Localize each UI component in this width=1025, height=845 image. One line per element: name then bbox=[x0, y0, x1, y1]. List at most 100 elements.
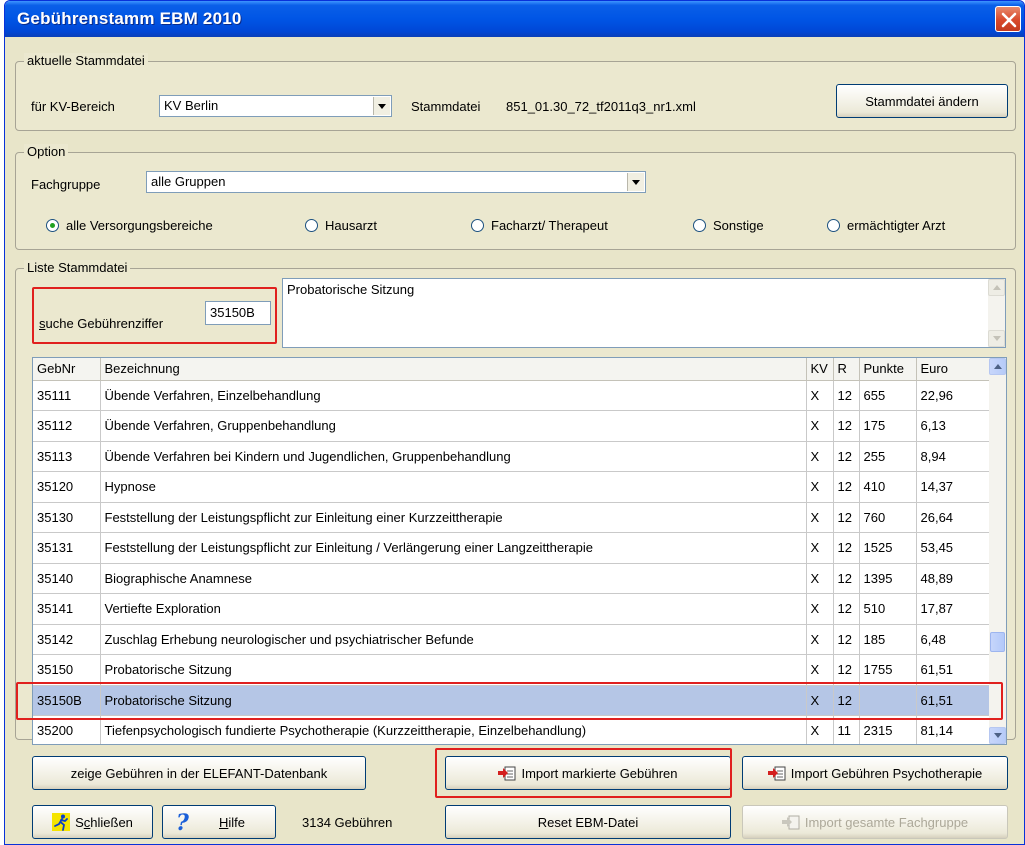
cell-gebnr: 35130 bbox=[33, 502, 101, 533]
cell-bez: Feststellung der Leistungspflicht zur Ei… bbox=[100, 532, 807, 564]
close-window-button[interactable] bbox=[995, 6, 1021, 32]
table-row[interactable]: 35150 Probatorische Sitzung X 12 1755 61,51 bbox=[33, 654, 992, 686]
stammdatei-legend: aktuelle Stammdatei bbox=[24, 53, 148, 68]
kv-label: für KV-Bereich bbox=[31, 99, 115, 114]
close-label-prefix: S bbox=[75, 814, 84, 830]
scroll-up-icon[interactable] bbox=[989, 358, 1006, 375]
radio-hausarzt[interactable]: Hausarzt bbox=[305, 218, 377, 233]
client-area: aktuelle Stammdatei für KV-Bereich KV Be… bbox=[5, 37, 1024, 844]
change-stammdatei-button[interactable]: Stammdatei ändern bbox=[836, 84, 1008, 118]
cell-gebnr: 35111 bbox=[33, 380, 101, 411]
table-row[interactable]: 35131 Feststellung der Leistungspflicht z… bbox=[33, 532, 992, 564]
cell-r: 12 bbox=[833, 654, 860, 686]
cell-kv: X bbox=[806, 715, 834, 744]
radio-facharzt-therapeut[interactable]: Facharzt/ Therapeut bbox=[471, 218, 608, 233]
cell-gebnr: 35140 bbox=[33, 563, 101, 594]
cell-bez: Probatorische Sitzung bbox=[100, 654, 807, 686]
table-row[interactable]: 35141 Vertiefte Exploration X 12 510 17,87 bbox=[33, 593, 992, 625]
cell-euro: 81,14 bbox=[916, 715, 992, 744]
table-row[interactable]: 35113 Übende Verfahren bei Kindern und Ju… bbox=[33, 441, 992, 472]
radio-ermaechtigter-arzt[interactable]: ermächtigter Arzt bbox=[827, 218, 945, 233]
column-header-kv[interactable]: KV bbox=[806, 358, 834, 381]
window-title: Gebührenstamm EBM 2010 bbox=[17, 9, 242, 28]
table-row[interactable]: 35140 Biographische Anamnese X 12 1395 48,89 bbox=[33, 563, 992, 594]
table-row[interactable]: 35150B Probatorische Sitzung X 12 61,51 bbox=[33, 685, 992, 716]
import-arrow-icon bbox=[767, 766, 786, 781]
liste-legend: Liste Stammdatei bbox=[24, 260, 131, 275]
cell-euro: 61,51 bbox=[916, 685, 992, 716]
column-header-r[interactable]: R bbox=[833, 358, 860, 381]
table-row[interactable]: 35200 Tiefenpsychologisch fundierte Psych… bbox=[33, 715, 992, 744]
cell-kv: X bbox=[806, 471, 834, 503]
scroll-down-icon[interactable] bbox=[989, 727, 1006, 744]
cell-gebnr: 35113 bbox=[33, 441, 101, 472]
fee-count-status: 3134 Gebühren bbox=[302, 815, 393, 830]
radio-label: Sonstige bbox=[713, 218, 764, 233]
cell-r: 12 bbox=[833, 593, 860, 625]
cell-bez: Tiefenpsychologisch fundierte Psychother… bbox=[100, 715, 807, 744]
chevron-down-icon[interactable] bbox=[627, 173, 644, 191]
column-header-punkte[interactable]: Punkte bbox=[859, 358, 917, 381]
title-bar[interactable]: Gebührenstamm EBM 2010 bbox=[5, 1, 1024, 37]
column-header-euro[interactable]: Euro bbox=[916, 358, 992, 381]
cell-bez: Biographische Anamnese bbox=[100, 563, 807, 594]
reset-ebm-button[interactable]: Reset EBM-Datei bbox=[445, 805, 731, 839]
cell-bez: Vertiefte Exploration bbox=[100, 593, 807, 625]
table-row[interactable]: 35142 Zuschlag Erhebung neurologischer un… bbox=[33, 624, 992, 655]
stammdatei-value: 851_01.30_72_tf2011q3_nr1.xml bbox=[506, 99, 696, 114]
import-marked-label: Import markierte Gebühren bbox=[521, 765, 678, 781]
show-elefant-button[interactable]: zeige Gebühren in der ELEFANT-Datenbank bbox=[32, 756, 366, 790]
cell-punkte: 410 bbox=[859, 471, 917, 503]
cell-kv: X bbox=[806, 624, 834, 655]
column-header-gebnr[interactable]: GebNr bbox=[33, 358, 101, 381]
cell-kv: X bbox=[806, 563, 834, 594]
svg-text:?: ? bbox=[176, 811, 190, 833]
cell-punkte bbox=[859, 685, 917, 716]
cell-euro: 26,64 bbox=[916, 502, 992, 533]
radio-indicator bbox=[305, 219, 318, 232]
cell-punkte: 510 bbox=[859, 593, 917, 625]
cell-gebnr: 35200 bbox=[33, 715, 101, 744]
import-psychotherapie-button[interactable]: Import Gebühren Psychotherapie bbox=[742, 756, 1008, 790]
cell-bez: Feststellung der Leistungspflicht zur Ei… bbox=[100, 502, 807, 533]
table-scrollbar[interactable] bbox=[989, 358, 1006, 744]
cell-r: 12 bbox=[833, 441, 860, 472]
import-psychotherapie-label: Import Gebühren Psychotherapie bbox=[790, 765, 983, 781]
radio-sonstige[interactable]: Sonstige bbox=[693, 218, 764, 233]
scroll-up-icon[interactable] bbox=[988, 279, 1005, 296]
cell-bez: Probatorische Sitzung bbox=[100, 685, 807, 716]
running-man-icon bbox=[52, 813, 71, 831]
search-input[interactable]: 35150B bbox=[205, 301, 271, 325]
cell-gebnr: 35120 bbox=[33, 471, 101, 503]
cell-gebnr: 35112 bbox=[33, 410, 101, 442]
table-row[interactable]: 35130 Feststellung der Leistungspflicht z… bbox=[33, 502, 992, 533]
help-button[interactable]: ? Hilfe bbox=[162, 805, 276, 839]
cell-euro: 22,96 bbox=[916, 380, 992, 411]
radio-alle-versorgungsbereiche[interactable]: alle Versorgungsbereiche bbox=[46, 218, 213, 233]
column-header-bezeichnung[interactable]: Bezeichnung bbox=[100, 358, 807, 381]
radio-label: Facharzt/ Therapeut bbox=[491, 218, 608, 233]
close-button[interactable]: Schließen bbox=[32, 805, 153, 839]
cell-euro: 53,45 bbox=[916, 532, 992, 564]
import-all-fachgruppe-button[interactable]: Import gesamte Fachgruppe bbox=[742, 805, 1008, 839]
table-row[interactable]: 35111 Übende Verfahren, Einzelbehandlung X… bbox=[33, 380, 992, 411]
scrollbar-thumb[interactable] bbox=[990, 632, 1005, 652]
cell-gebnr: 35150B bbox=[33, 685, 101, 716]
cell-gebnr: 35142 bbox=[33, 624, 101, 655]
cell-euro: 6,48 bbox=[916, 624, 992, 655]
chevron-down-icon[interactable] bbox=[373, 97, 390, 115]
fees-table: GebNr Bezeichnung KV R Punkte Euro 35111… bbox=[32, 357, 1007, 745]
description-field: Probatorische Sitzung bbox=[282, 278, 1006, 348]
kv-select[interactable]: KV Berlin bbox=[159, 95, 392, 117]
stammdatei-label: Stammdatei bbox=[411, 99, 481, 114]
help-label: Hilfe bbox=[219, 815, 245, 830]
table-row[interactable]: 35112 Übende Verfahren, Gruppenbehandlung… bbox=[33, 410, 992, 442]
cell-punkte: 255 bbox=[859, 441, 917, 472]
import-all-label: Import gesamte Fachgruppe bbox=[804, 814, 969, 830]
description-scrollbar[interactable] bbox=[988, 279, 1005, 347]
table-row[interactable]: 35120 Hypnose X 12 410 14,37 bbox=[33, 471, 992, 503]
cell-kv: X bbox=[806, 380, 834, 411]
fachgruppe-select[interactable]: alle Gruppen bbox=[146, 171, 646, 193]
import-marked-button[interactable]: Import markierte Gebühren bbox=[445, 756, 731, 790]
scroll-down-icon[interactable] bbox=[988, 330, 1005, 347]
